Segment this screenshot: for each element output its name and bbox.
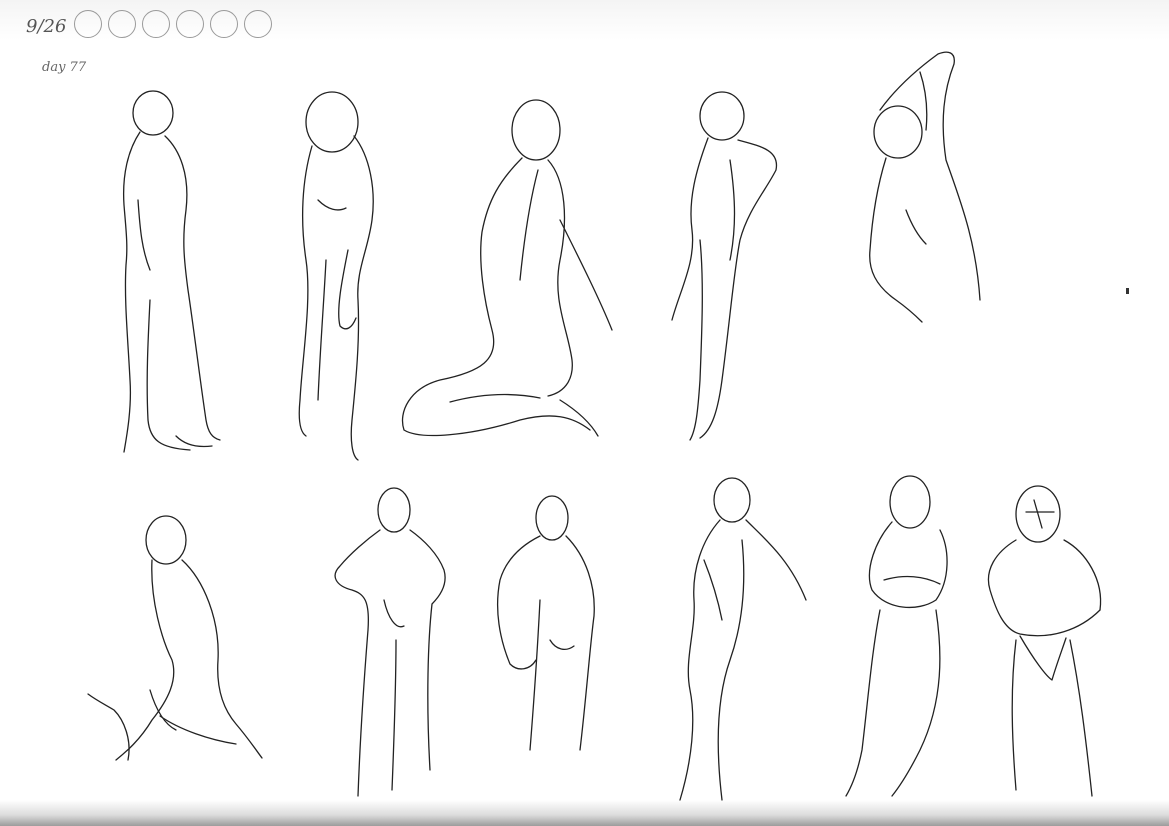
- gesture-figure-5: [869, 51, 981, 323]
- gesture-figure-3: [402, 99, 613, 437]
- gesture-figure-10: [845, 475, 948, 797]
- gesture-figure-4: [671, 91, 778, 441]
- gesture-figure-11: [987, 485, 1102, 797]
- paper-mark: [1126, 288, 1129, 294]
- gesture-figure-6: [87, 515, 263, 761]
- gesture-figure-1: [122, 90, 221, 453]
- gesture-figure-9: [679, 477, 807, 801]
- gesture-figure-8: [496, 495, 595, 751]
- gesture-figure-7: [334, 487, 446, 797]
- gesture-figure-2: [298, 91, 374, 461]
- gesture-drawings: [87, 51, 1102, 801]
- sketchbook-page: 9/26 day 77: [0, 0, 1169, 826]
